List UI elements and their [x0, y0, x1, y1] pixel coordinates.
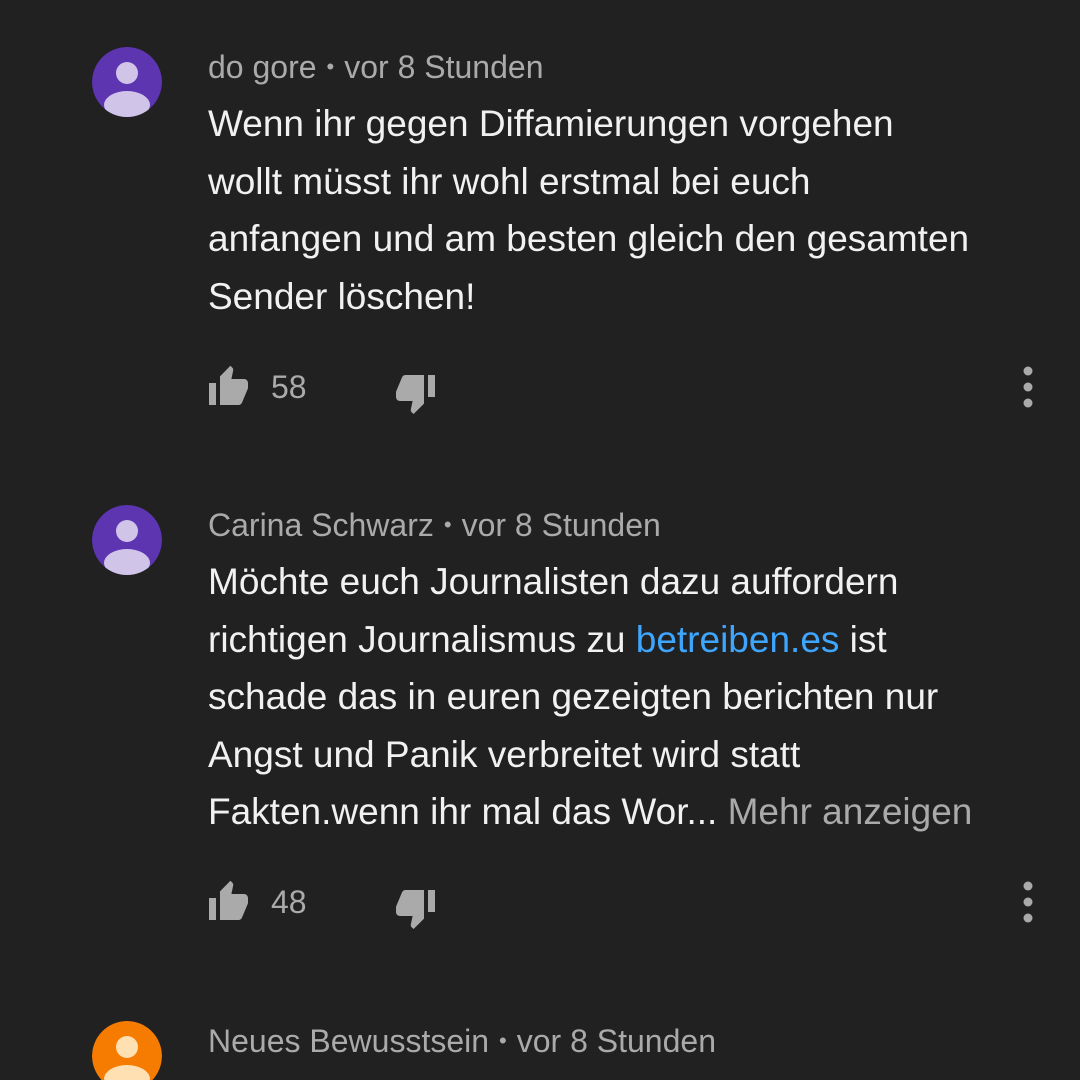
thumb-down-icon	[396, 890, 435, 929]
comment-header: Neues Bewusstsein • vor 8 Stunden	[208, 1021, 716, 1061]
comment-author[interactable]: Carina Schwarz	[208, 507, 434, 543]
comment-text-line: anfangen und am besten gleich den gesamt…	[208, 218, 970, 259]
thumb-down-icon	[396, 375, 435, 414]
thumb-up-icon	[209, 365, 248, 405]
more-options-button[interactable]	[1010, 365, 1046, 409]
show-more-button[interactable]: Mehr anzeigen	[728, 791, 973, 832]
avatar[interactable]	[92, 47, 162, 117]
thumb-up-icon	[209, 880, 248, 920]
comment-text-line: Wenn ihr gegen Diffamierungen vorgehen	[208, 103, 894, 144]
comment-text-line: wollt müsst ihr wohl erstmal bei euch	[208, 160, 811, 202]
dislike-button[interactable]	[390, 884, 438, 932]
like-button[interactable]	[206, 363, 254, 411]
separator-dot: •	[326, 54, 335, 79]
dislike-button[interactable]	[390, 369, 438, 417]
comment-text-segment: ist	[839, 618, 887, 660]
comment-text-truncated: Fakten.wenn ihr mal das Wor...	[208, 791, 718, 832]
comment-actions: 58	[0, 363, 1080, 423]
separator-dot: •	[443, 512, 452, 537]
more-vert-icon	[1023, 366, 1033, 408]
comment-text-line: Fakten.wenn ihr mal das Wor... Mehr anze…	[208, 783, 1048, 841]
default-user-avatar-icon	[92, 505, 162, 575]
comment-timestamp[interactable]: vor 8 Stunden	[462, 507, 661, 543]
avatar[interactable]	[92, 1021, 162, 1080]
default-user-avatar-icon	[92, 47, 162, 117]
comment-text: Wenn ihr gegen Diffamierungen vorgehen w…	[208, 95, 1048, 325]
comment-text-line: schade das in euren gezeigten berichten …	[208, 676, 939, 717]
comment-text-line: Angst und Panik verbreitet wird statt	[208, 733, 801, 775]
avatar[interactable]	[92, 505, 162, 575]
comment-timestamp[interactable]: vor 8 Stunden	[517, 1023, 716, 1059]
comment-text: Möchte euch Journalisten dazu auffordern…	[208, 553, 1048, 841]
comment-text-line: Sender löschen!	[208, 275, 476, 317]
comment-actions: 48	[0, 878, 1080, 938]
comment-author[interactable]: do gore	[208, 49, 317, 85]
comment-header: Carina Schwarz • vor 8 Stunden	[208, 505, 661, 545]
comment-header: do gore • vor 8 Stunden	[208, 47, 543, 87]
like-count: 58	[271, 369, 307, 405]
comment-text-segment: richtigen Journalismus zu	[208, 618, 636, 660]
default-user-avatar-icon	[92, 1021, 162, 1080]
more-vert-icon	[1023, 881, 1033, 923]
comment-author[interactable]: Neues Bewusstsein	[208, 1023, 489, 1059]
like-count: 48	[271, 884, 307, 920]
comment-text-line: Möchte euch Journalisten dazu auffordern	[208, 561, 899, 602]
like-button[interactable]	[206, 878, 254, 926]
comment-timestamp[interactable]: vor 8 Stunden	[344, 49, 543, 85]
comment-text-line: richtigen Journalismus zu betreiben.es i…	[208, 611, 1048, 669]
separator-dot: •	[499, 1028, 507, 1053]
more-options-button[interactable]	[1010, 880, 1046, 924]
comment-link[interactable]: betreiben.es	[636, 619, 840, 660]
